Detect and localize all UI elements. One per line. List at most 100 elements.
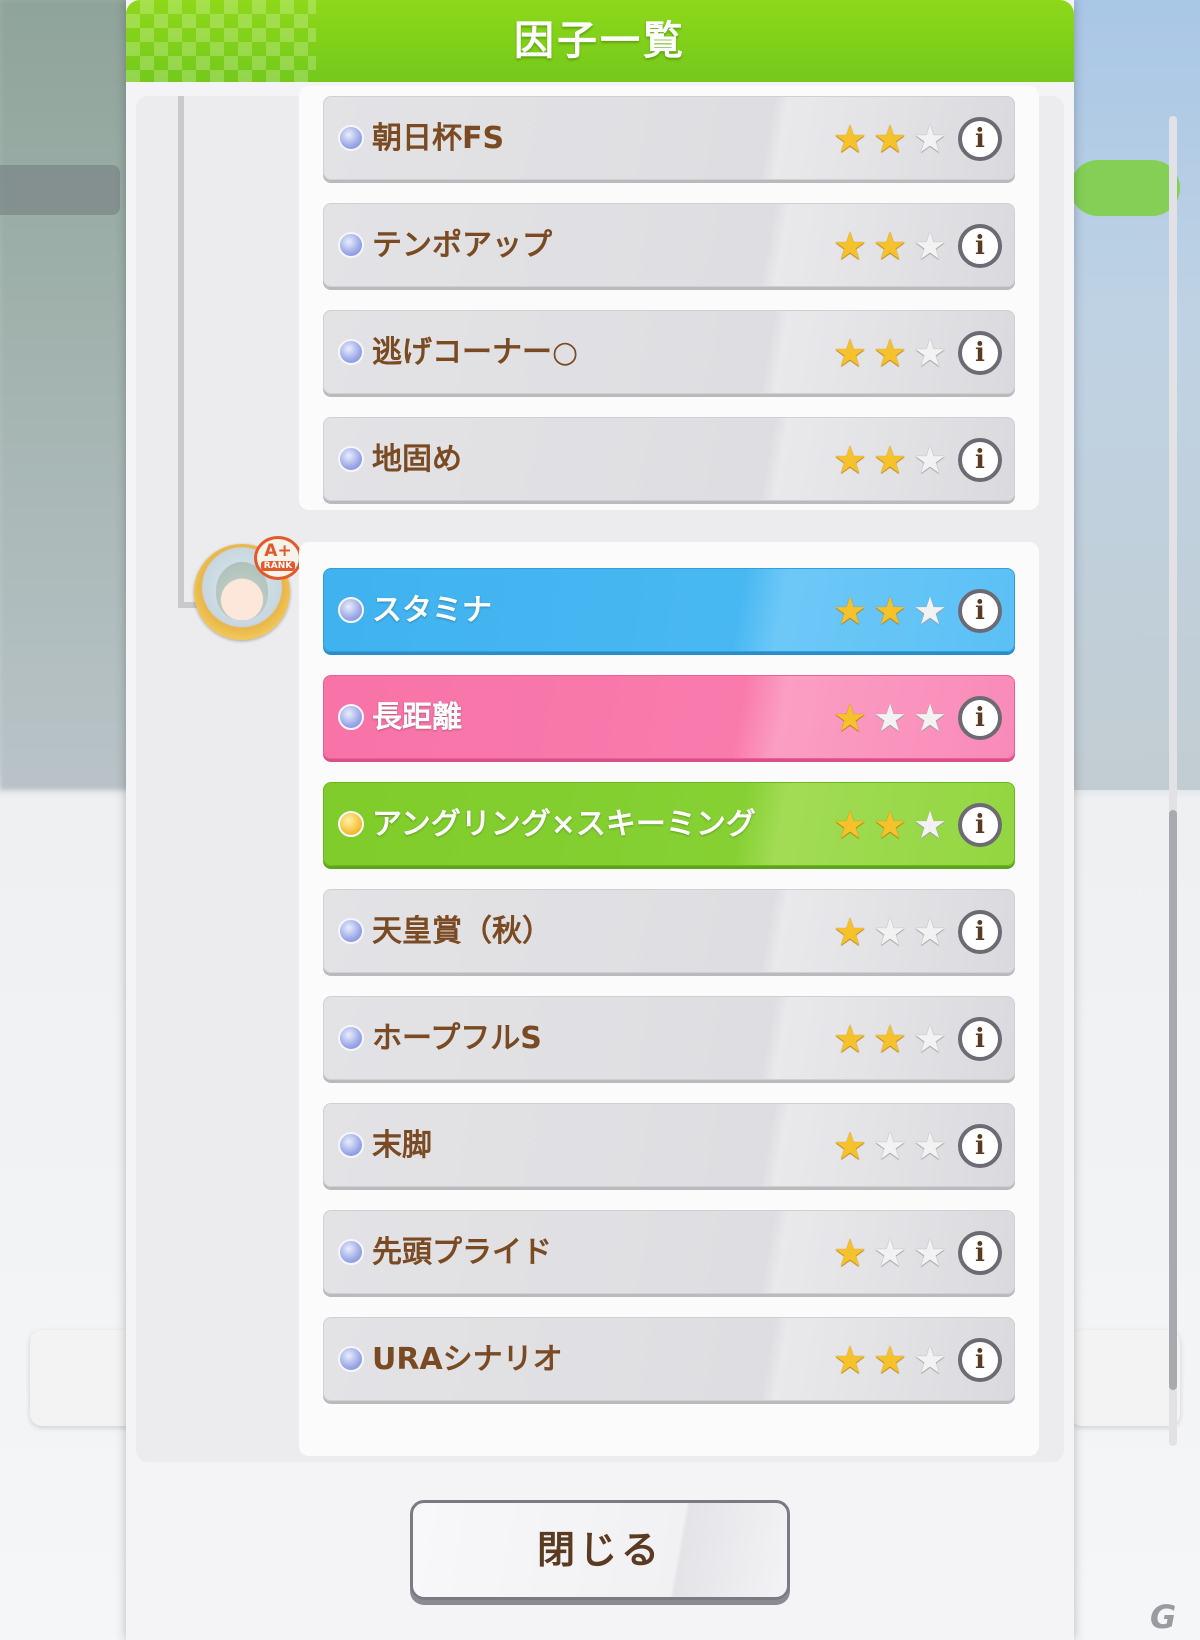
rank-badge: A+ RANK bbox=[254, 536, 302, 580]
star-icon: ★ bbox=[872, 1017, 908, 1061]
star-rating: ★ ★ ★ bbox=[830, 226, 960, 266]
star-icon: ★ bbox=[872, 1231, 908, 1275]
factor-row[interactable]: 先頭プライド ★ ★ ★ i bbox=[323, 1210, 1015, 1294]
star-icon: ★ bbox=[872, 696, 908, 740]
background-scene-left bbox=[0, 0, 130, 790]
background-tab-left bbox=[0, 165, 120, 215]
star-icon: ★ bbox=[832, 1231, 868, 1275]
factor-gem-icon bbox=[338, 232, 364, 258]
star-icon: ★ bbox=[912, 910, 948, 954]
star-rating: ★ ★ ★ bbox=[830, 1126, 960, 1166]
factor-name: スタミナ bbox=[372, 593, 492, 628]
background-button-right bbox=[1070, 1330, 1180, 1426]
factor-list-scroll-area[interactable]: A+ RANK 朝日杯FS ★ ★ ★ i テンポアップ ★ ★ ★ i 逃げコーナー○ ★ ★ ★ i 地固… bbox=[136, 86, 1064, 1462]
info-icon[interactable]: i bbox=[958, 910, 1002, 954]
star-icon: ★ bbox=[872, 803, 908, 847]
star-icon: ★ bbox=[832, 1338, 868, 1382]
dialog-title: 因子一覧 bbox=[514, 18, 686, 64]
star-icon: ★ bbox=[912, 331, 948, 375]
star-icon: ★ bbox=[832, 331, 868, 375]
info-icon[interactable]: i bbox=[958, 438, 1002, 482]
info-icon[interactable]: i bbox=[958, 1017, 1002, 1061]
factor-name: 先頭プライド bbox=[372, 1235, 552, 1270]
info-icon[interactable]: i bbox=[958, 803, 1002, 847]
star-icon: ★ bbox=[872, 589, 908, 633]
info-icon[interactable]: i bbox=[958, 696, 1002, 740]
star-rating: ★ ★ ★ bbox=[830, 912, 960, 952]
star-rating: ★ ★ ★ bbox=[830, 1340, 960, 1380]
star-icon: ★ bbox=[872, 331, 908, 375]
factor-row[interactable]: 地固め ★ ★ ★ i bbox=[323, 417, 1015, 501]
info-icon[interactable]: i bbox=[958, 1231, 1002, 1275]
star-icon: ★ bbox=[872, 117, 908, 161]
factor-row[interactable]: ホープフルS ★ ★ ★ i bbox=[323, 996, 1015, 1080]
star-icon: ★ bbox=[912, 438, 948, 482]
factor-name: 地固め bbox=[372, 442, 462, 477]
scrollbar-track[interactable] bbox=[1169, 116, 1177, 1446]
close-button[interactable]: 閉じる bbox=[410, 1500, 790, 1600]
factor-group-character: スタミナ ★ ★ ★ i 長距離 ★ ★ ★ i アングリング×スキーミング ★ ★ ★ i 天皇賞（秋） ★ ★… bbox=[299, 542, 1039, 1456]
lineage-tree-line bbox=[178, 96, 184, 608]
star-rating: ★ ★ ★ bbox=[830, 119, 960, 159]
scrollbar-thumb[interactable] bbox=[1169, 810, 1177, 1390]
star-icon: ★ bbox=[912, 589, 948, 633]
info-icon[interactable]: i bbox=[958, 1338, 1002, 1382]
factor-row[interactable]: 長距離 ★ ★ ★ i bbox=[323, 675, 1015, 759]
star-icon: ★ bbox=[912, 1017, 948, 1061]
info-icon[interactable]: i bbox=[958, 1124, 1002, 1168]
factor-gem-icon bbox=[338, 1239, 364, 1265]
factor-row[interactable]: アングリング×スキーミング ★ ★ ★ i bbox=[323, 782, 1015, 866]
factor-gem-icon bbox=[338, 125, 364, 151]
factor-row[interactable]: 天皇賞（秋） ★ ★ ★ i bbox=[323, 889, 1015, 973]
star-rating: ★ ★ ★ bbox=[830, 440, 960, 480]
star-rating: ★ ★ ★ bbox=[830, 805, 960, 845]
factor-name: 逃げコーナー○ bbox=[372, 335, 579, 370]
factor-row[interactable]: 末脚 ★ ★ ★ i bbox=[323, 1103, 1015, 1187]
factor-gem-icon bbox=[338, 1025, 364, 1051]
factor-gem-icon bbox=[338, 339, 364, 365]
star-icon: ★ bbox=[832, 1017, 868, 1061]
star-rating: ★ ★ ★ bbox=[830, 698, 960, 738]
factor-gem-icon bbox=[338, 918, 364, 944]
factor-name: 天皇賞（秋） bbox=[372, 914, 552, 949]
info-icon[interactable]: i bbox=[958, 589, 1002, 633]
star-icon: ★ bbox=[912, 1124, 948, 1168]
factor-name: アングリング×スキーミング bbox=[372, 807, 756, 842]
factor-row[interactable]: テンポアップ ★ ★ ★ i bbox=[323, 203, 1015, 287]
info-icon[interactable]: i bbox=[958, 331, 1002, 375]
factor-gem-icon bbox=[338, 1346, 364, 1372]
factor-name: URAシナリオ bbox=[372, 1342, 563, 1377]
star-icon: ★ bbox=[912, 696, 948, 740]
factor-name: 末脚 bbox=[372, 1128, 432, 1163]
star-icon: ★ bbox=[872, 910, 908, 954]
star-rating: ★ ★ ★ bbox=[830, 591, 960, 631]
factor-row[interactable]: 逃げコーナー○ ★ ★ ★ i bbox=[323, 310, 1015, 394]
factor-row[interactable]: URAシナリオ ★ ★ ★ i bbox=[323, 1317, 1015, 1401]
star-icon: ★ bbox=[912, 117, 948, 161]
star-icon: ★ bbox=[912, 224, 948, 268]
rank-value: A+ bbox=[264, 541, 292, 561]
star-icon: ★ bbox=[832, 910, 868, 954]
star-rating: ★ ★ ★ bbox=[830, 333, 960, 373]
star-icon: ★ bbox=[872, 438, 908, 482]
star-icon: ★ bbox=[832, 803, 868, 847]
background-scene-right bbox=[1070, 0, 1200, 790]
factor-list-dialog: 因子一覧 A+ RANK 朝日杯FS ★ ★ ★ i テンポアップ ★ ★ ★ i 逃げコーナー○ ★… bbox=[126, 0, 1177, 1640]
star-icon: ★ bbox=[912, 1231, 948, 1275]
star-icon: ★ bbox=[832, 224, 868, 268]
factor-name: 朝日杯FS bbox=[372, 121, 505, 156]
star-icon: ★ bbox=[832, 696, 868, 740]
background-pill-right bbox=[1070, 160, 1180, 216]
star-rating: ★ ★ ★ bbox=[830, 1019, 960, 1059]
info-icon[interactable]: i bbox=[958, 117, 1002, 161]
star-icon: ★ bbox=[832, 117, 868, 161]
factor-row[interactable]: スタミナ ★ ★ ★ i bbox=[323, 568, 1015, 652]
factor-gem-icon bbox=[338, 704, 364, 730]
star-icon: ★ bbox=[872, 1338, 908, 1382]
factor-group-parent: 朝日杯FS ★ ★ ★ i テンポアップ ★ ★ ★ i 逃げコーナー○ ★ ★ ★ i 地固め ★ ★ ★ i bbox=[299, 86, 1039, 510]
factor-gem-icon bbox=[338, 1132, 364, 1158]
factor-row[interactable]: 朝日杯FS ★ ★ ★ i bbox=[323, 96, 1015, 180]
star-icon: ★ bbox=[832, 438, 868, 482]
info-icon[interactable]: i bbox=[958, 224, 1002, 268]
star-icon: ★ bbox=[832, 1124, 868, 1168]
